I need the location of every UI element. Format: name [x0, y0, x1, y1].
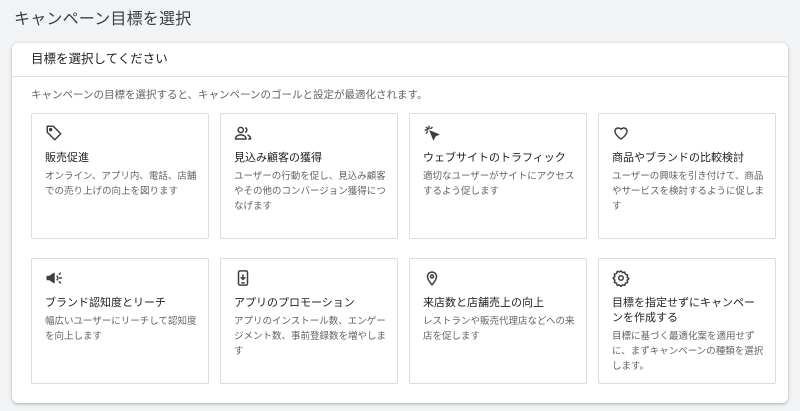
goal-selection-panel: 目標を選択してください キャンペーンの目標を選択すると、キャンペーンのゴールと設…: [12, 43, 788, 403]
goal-card-title: 商品やブランドの比較検討: [612, 151, 744, 164]
goal-card-description: ユーザーの興味を引き付けて、商品やサービスを検討するように促します: [612, 171, 765, 212]
gear-icon: [612, 269, 630, 287]
goal-card-description: 幅広いユーザーにリーチして認知度を向上します: [45, 316, 197, 342]
goal-card-app-promotion[interactable]: アプリのプロモーション アプリのインストール数、エンゲージメント数、事前登録数を…: [220, 258, 398, 384]
cursor-click-icon: [423, 124, 441, 142]
goal-card-brand-awareness[interactable]: ブランド認知度とリーチ 幅広いユーザーにリーチして認知度を向上します: [31, 258, 209, 384]
goal-card-description: 目標に基づく最適化案を適用せずに、まずキャンペーンの種類を選択します。: [612, 331, 764, 372]
goal-card-sales[interactable]: 販売促進 オンライン、アプリ内、電話、店舗での売り上げの向上を図ります: [31, 113, 209, 239]
goal-card-title: 販売促進: [45, 151, 89, 164]
goal-card-description: アプリのインストール数、エンゲージメント数、事前登録数を増やします: [234, 316, 387, 357]
goal-card-leads[interactable]: 見込み顧客の獲得 ユーザーの行動を促し、見込み顧客やその他のコンバージョン獲得に…: [220, 113, 398, 239]
megaphone-icon: [45, 269, 63, 287]
goal-card-store-visits[interactable]: 来店数と店舗売上の向上 レストランや販売代理店などへの来店を促します: [409, 258, 587, 384]
goal-card-description: ユーザーの行動を促し、見込み顧客やその他のコンバージョン獲得につなげます: [234, 171, 386, 212]
goal-card-description: 適切なユーザーがサイトにアクセスするよう促します: [423, 171, 575, 197]
goal-card-title: アプリのプロモーション: [234, 296, 355, 309]
phone-app-icon: [234, 269, 252, 287]
goal-card-title: 目標を指定せずにキャンペーンを作成する: [612, 296, 755, 324]
panel-header: 目標を選択してください: [12, 43, 788, 77]
location-pin-icon: [423, 269, 441, 287]
goal-card-title: 見込み顧客の獲得: [234, 151, 322, 164]
goal-card-title: 来店数と店舗売上の向上: [423, 296, 544, 309]
goal-card-consideration[interactable]: 商品やブランドの比較検討 ユーザーの興味を引き付けて、商品やサービスを検討するよ…: [598, 113, 776, 239]
goal-card-description: オンライン、アプリ内、電話、店舗での売り上げの向上を図ります: [45, 171, 197, 197]
tag-icon: [45, 124, 63, 142]
goal-card-title: ウェブサイトのトラフィック: [423, 151, 566, 164]
page-title: キャンペーン目標を選択: [14, 9, 192, 28]
heart-icon: [612, 124, 630, 142]
goal-card-no-goal[interactable]: 目標を指定せずにキャンペーンを作成する 目標に基づく最適化案を適用せずに、まずキ…: [598, 258, 776, 384]
people-icon: [234, 124, 252, 142]
goal-card-description: レストランや販売代理店などへの来店を促します: [423, 316, 575, 342]
goal-card-title: ブランド認知度とリーチ: [45, 296, 166, 309]
goal-card-website-traffic[interactable]: ウェブサイトのトラフィック 適切なユーザーがサイトにアクセスするよう促します: [409, 113, 587, 239]
panel-description: キャンペーンの目標を選択すると、キャンペーンのゴールと設定が最適化されます。: [31, 89, 428, 101]
